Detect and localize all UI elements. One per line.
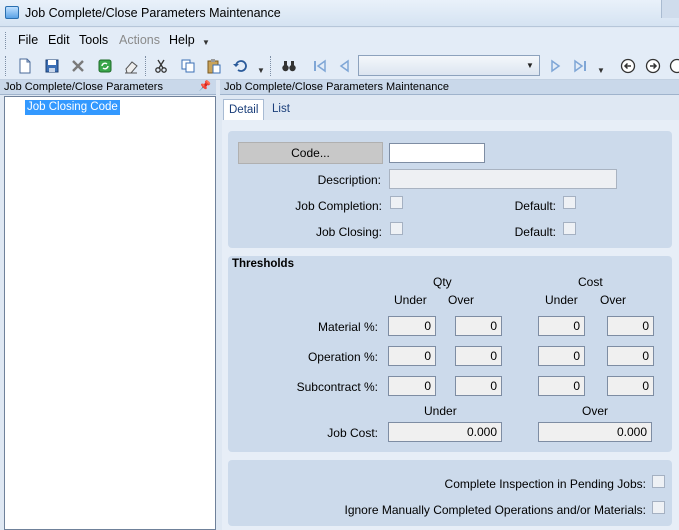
job-closing-checkbox[interactable] — [390, 222, 403, 235]
tab-bar: Detail List — [220, 96, 679, 120]
subcontract-cost-under[interactable]: 0 — [538, 376, 585, 396]
ignore-manual-label: Ignore Manually Completed Operations and… — [344, 503, 647, 517]
operation-qty-under[interactable]: 0 — [388, 346, 436, 366]
ignore-manual-checkbox[interactable] — [652, 501, 665, 514]
left-panel-header: Job Complete/Close Parameters 📌 — [0, 80, 216, 95]
operation-cost-over[interactable]: 0 — [607, 346, 654, 366]
menu-edit[interactable]: Edit — [48, 33, 70, 47]
previous-record-icon[interactable] — [335, 56, 355, 76]
tab-list[interactable]: List — [267, 99, 295, 120]
forward-icon[interactable] — [643, 56, 663, 76]
job-completion-label: Job Completion: — [295, 199, 382, 213]
default-closing-checkbox[interactable] — [563, 222, 576, 235]
thresholds-title: Thresholds — [232, 258, 294, 270]
menu-overflow-icon[interactable]: ▼ — [202, 38, 210, 47]
paste-icon[interactable] — [204, 56, 224, 76]
default-completion-checkbox[interactable] — [563, 196, 576, 209]
last-record-icon[interactable] — [570, 56, 590, 76]
new-icon[interactable] — [15, 56, 35, 76]
eraser-icon[interactable] — [121, 56, 141, 76]
cost-under-header: Under — [545, 293, 578, 307]
tree-view[interactable]: Job Closing Code — [4, 96, 216, 530]
menu-help[interactable]: Help — [169, 33, 195, 47]
job-cost-under-header: Under — [424, 404, 457, 418]
right-panel-header: Job Complete/Close Parameters Maintenanc… — [220, 80, 679, 95]
qty-under-header: Under — [394, 293, 427, 307]
toolbar: ▼ ▼ — [0, 52, 679, 80]
complete-inspection-checkbox[interactable] — [652, 475, 665, 488]
operation-cost-under[interactable]: 0 — [538, 346, 585, 366]
copy-icon[interactable] — [178, 56, 198, 76]
chevron-down-icon[interactable]: ▼ — [523, 58, 537, 73]
material-cost-under[interactable]: 0 — [538, 316, 585, 336]
menu-file[interactable]: File — [18, 33, 38, 47]
job-completion-checkbox[interactable] — [390, 196, 403, 209]
job-closing-label: Job Closing: — [315, 225, 382, 239]
pin-icon[interactable]: 📌 — [199, 81, 211, 92]
cost-over-header: Over — [600, 293, 627, 307]
nav-dropdown-icon[interactable]: ▼ — [597, 66, 605, 75]
tab-detail[interactable]: Detail — [223, 99, 265, 120]
material-cost-over[interactable]: 0 — [607, 316, 654, 336]
operation-label: Operation %: — [307, 350, 378, 364]
complete-inspection-label: Complete Inspection in Pending Jobs: — [444, 477, 646, 491]
menu-actions[interactable]: Actions — [119, 33, 160, 47]
window-title: Job Complete/Close Parameters Maintenanc… — [25, 6, 281, 20]
refresh-icon[interactable] — [95, 56, 115, 76]
minimize-button[interactable] — [661, 0, 679, 18]
cut-icon[interactable] — [151, 56, 171, 76]
right-panel-title: Job Complete/Close Parameters Maintenanc… — [224, 81, 450, 93]
material-qty-under[interactable]: 0 — [388, 316, 436, 336]
undo-dropdown-icon[interactable]: ▼ — [257, 66, 265, 75]
app-icon — [5, 6, 19, 19]
job-cost-over-header: Over — [582, 404, 609, 418]
material-label: Material %: — [317, 320, 378, 334]
job-cost-under[interactable]: 0.000 — [388, 422, 502, 442]
operation-qty-over[interactable]: 0 — [455, 346, 502, 366]
material-qty-over[interactable]: 0 — [455, 316, 502, 336]
toolbar-separator — [145, 56, 148, 76]
toolbar-separator-2 — [270, 56, 273, 76]
next-record-icon[interactable] — [545, 56, 565, 76]
delete-icon[interactable] — [68, 56, 88, 76]
menu-grip — [5, 32, 8, 49]
subcontract-label: Subcontract %: — [296, 380, 378, 394]
default-closing-label: Default: — [514, 225, 556, 239]
description-label: Description: — [317, 173, 381, 187]
undo-icon[interactable] — [230, 56, 250, 76]
menu-tools[interactable]: Tools — [79, 33, 108, 47]
subcontract-qty-under[interactable]: 0 — [388, 376, 436, 396]
job-cost-over[interactable]: 0.000 — [538, 422, 652, 442]
default-completion-label: Default: — [514, 199, 556, 213]
description-input[interactable] — [389, 169, 617, 189]
cost-header: Cost — [578, 275, 603, 289]
code-button[interactable]: Code... — [238, 142, 383, 164]
subcontract-cost-over[interactable]: 0 — [607, 376, 654, 396]
toolbar-grip — [5, 56, 8, 76]
back-icon[interactable] — [618, 56, 638, 76]
find-icon[interactable] — [279, 56, 299, 76]
subcontract-qty-over[interactable]: 0 — [455, 376, 502, 396]
code-input[interactable] — [389, 143, 485, 163]
first-record-icon[interactable] — [310, 56, 330, 76]
left-panel-title: Job Complete/Close Parameters — [4, 81, 163, 93]
qty-header: Qty — [433, 275, 452, 289]
qty-over-header: Over — [448, 293, 475, 307]
job-cost-label: Job Cost: — [327, 426, 378, 440]
menu-bar: File Edit Tools Actions Help ▼ — [0, 28, 679, 52]
save-icon[interactable] — [42, 56, 62, 76]
tree-item-job-closing-code[interactable]: Job Closing Code — [25, 100, 120, 115]
title-bar: Job Complete/Close Parameters Maintenanc… — [0, 0, 679, 27]
record-navigator-combo[interactable]: ▼ — [358, 55, 540, 76]
more-icon[interactable] — [667, 56, 679, 76]
